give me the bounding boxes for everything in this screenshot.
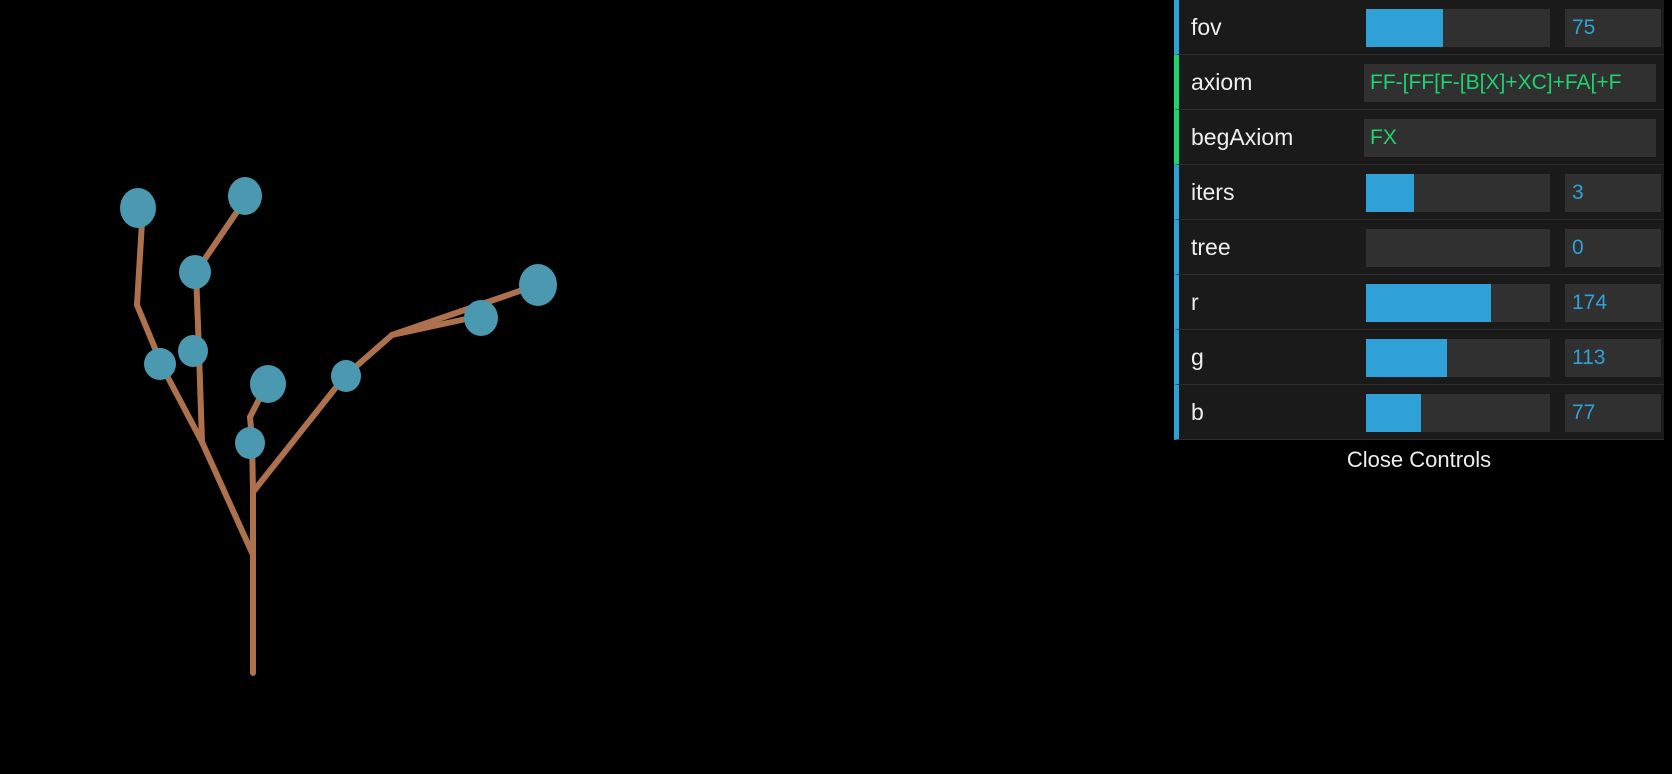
- tree-leaf: [331, 360, 361, 392]
- tree-leaf: [179, 255, 211, 289]
- tree-branch: [196, 349, 205, 445]
- r-slider-fill: [1366, 284, 1492, 322]
- control-g: g 113: [1174, 330, 1664, 385]
- control-r-label: r: [1191, 289, 1199, 315]
- control-tree: tree 0: [1174, 220, 1664, 275]
- control-iters-label: iters: [1191, 179, 1235, 205]
- iters-slider-fill: [1366, 174, 1414, 212]
- control-begaxiom: begAxiom FX: [1174, 110, 1664, 165]
- begaxiom-input[interactable]: FX: [1364, 119, 1656, 157]
- tree-slider[interactable]: [1366, 229, 1550, 267]
- g-slider-fill: [1366, 339, 1447, 377]
- tree-leaf: [228, 177, 262, 215]
- control-axiom: axiom FF-[FF[F-[B[X]+XC]+FA[+F: [1174, 55, 1664, 110]
- tree-leaf: [235, 427, 265, 459]
- control-tree-label: tree: [1191, 234, 1231, 260]
- tree-branch: [161, 367, 205, 445]
- control-fov-label: fov: [1191, 14, 1222, 40]
- axiom-input[interactable]: FF-[FF[F-[B[X]+XC]+FA[+F: [1364, 64, 1656, 102]
- tree-leaf: [250, 365, 286, 403]
- fov-value-input[interactable]: 75: [1565, 9, 1661, 47]
- b-slider[interactable]: [1366, 394, 1550, 432]
- control-b-label: b: [1191, 399, 1204, 425]
- tree-leaf: [144, 348, 176, 380]
- g-slider[interactable]: [1366, 339, 1550, 377]
- tree-leaf: [464, 300, 498, 336]
- iters-value-input[interactable]: 3: [1565, 174, 1661, 212]
- control-g-label: g: [1191, 344, 1204, 370]
- r-slider[interactable]: [1366, 284, 1550, 322]
- tree-branch: [134, 219, 145, 308]
- control-b: b 77: [1174, 385, 1664, 440]
- control-fov: fov 75: [1174, 0, 1664, 55]
- controls-panel: fov 75 axiom FF-[FF[F-[B[X]+XC]+FA[+F be…: [1174, 0, 1664, 480]
- tree-branch: [199, 439, 256, 558]
- tree-branch: [389, 282, 540, 338]
- tree-leaf: [519, 264, 557, 306]
- r-value-input[interactable]: 174: [1565, 284, 1661, 322]
- tree-leaf: [178, 335, 208, 367]
- fov-slider-fill: [1366, 9, 1444, 47]
- tree-value-input[interactable]: 0: [1565, 229, 1661, 267]
- fov-slider[interactable]: [1366, 9, 1550, 47]
- control-iters: iters 3: [1174, 165, 1664, 220]
- control-r: r 174: [1174, 275, 1664, 330]
- iters-slider[interactable]: [1366, 174, 1550, 212]
- close-controls-button[interactable]: Close Controls: [1174, 440, 1664, 480]
- b-value-input[interactable]: 77: [1565, 394, 1661, 432]
- b-slider-fill: [1366, 394, 1422, 432]
- tree-leaf: [120, 188, 156, 228]
- control-axiom-label: axiom: [1191, 69, 1253, 95]
- control-begaxiom-label: begAxiom: [1191, 124, 1294, 150]
- g-value-input[interactable]: 113: [1565, 339, 1661, 377]
